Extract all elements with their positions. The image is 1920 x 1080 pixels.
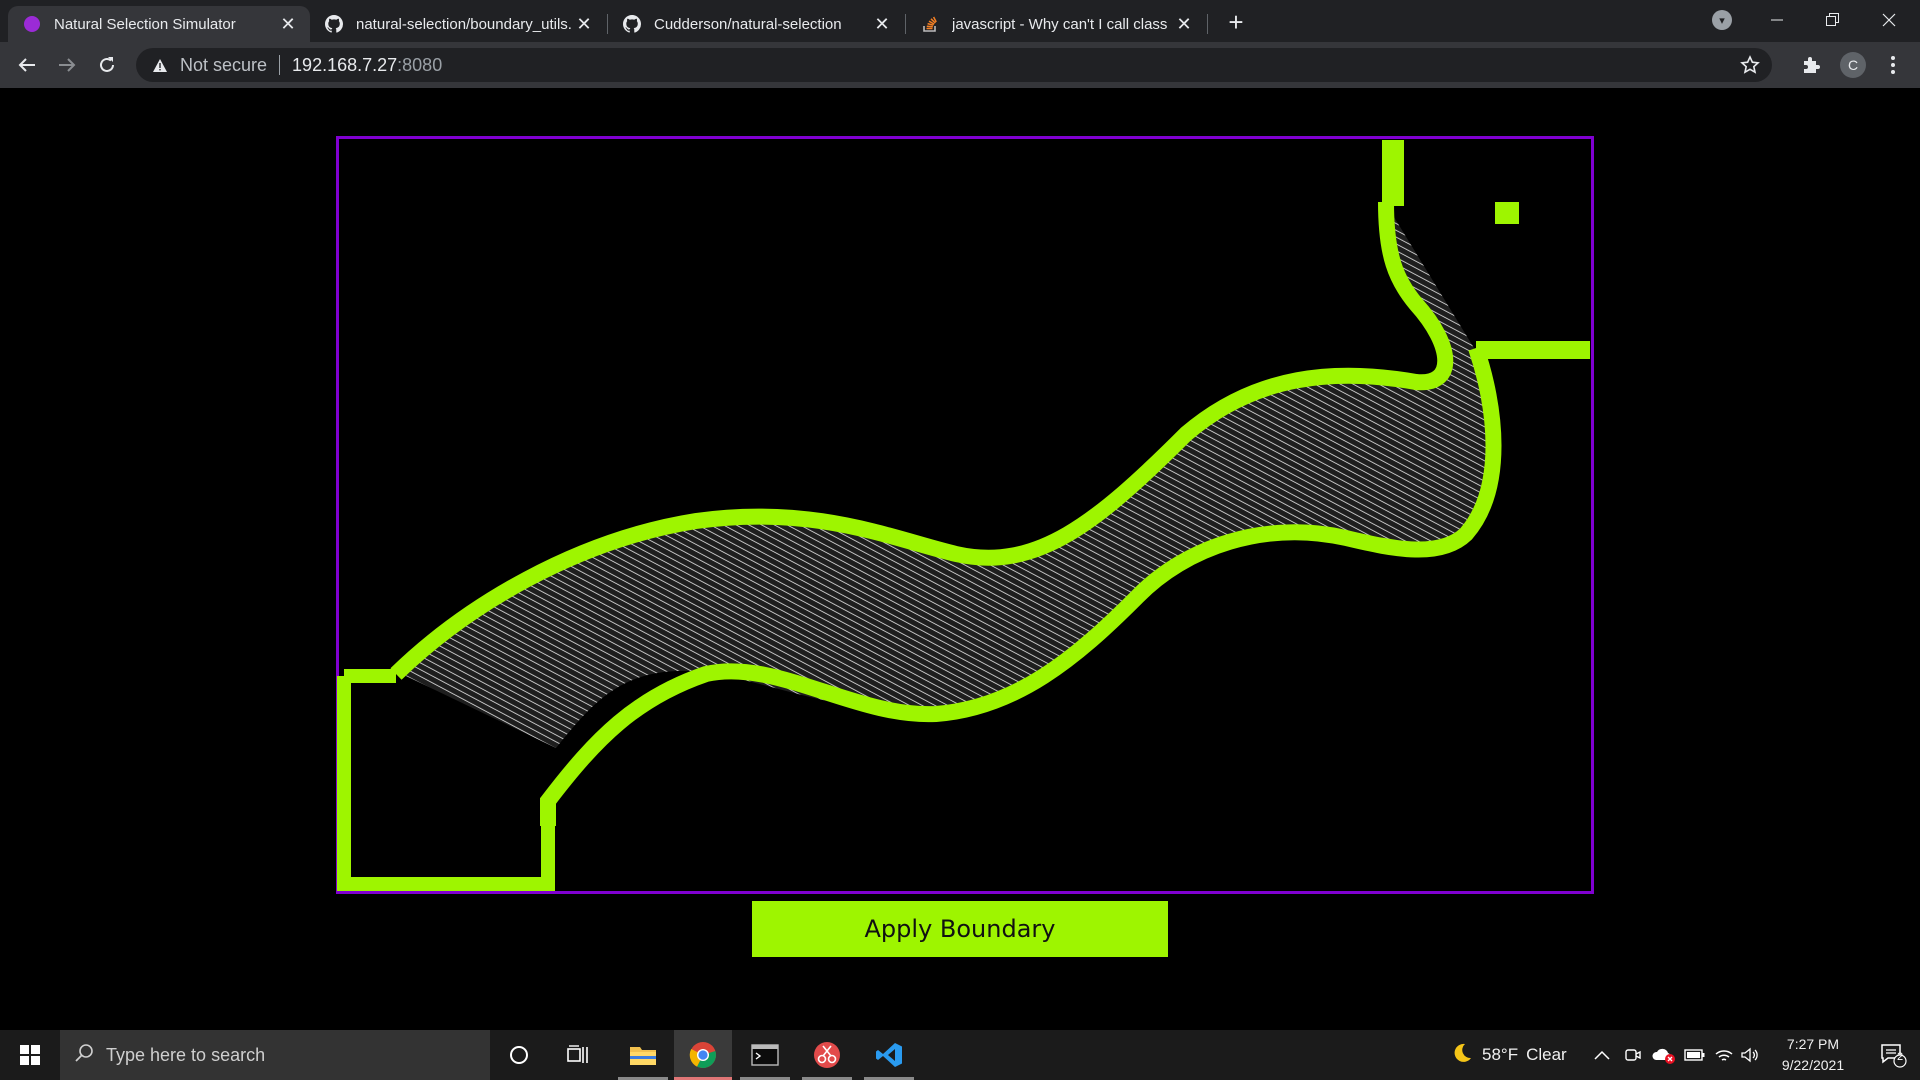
tab-stackoverflow-question[interactable]: javascript - Why can't I call class ✕ bbox=[906, 6, 1206, 42]
github-icon bbox=[622, 14, 642, 34]
purple-circle-icon bbox=[22, 14, 42, 34]
volume-icon[interactable] bbox=[1740, 1030, 1760, 1080]
stackoverflow-icon bbox=[920, 14, 940, 34]
goal-square bbox=[1495, 202, 1519, 224]
profile-initial: C bbox=[1840, 52, 1866, 78]
tab-boundary-utils[interactable]: natural-selection/boundary_utils. ✕ bbox=[310, 6, 606, 42]
tab-divider bbox=[1207, 14, 1208, 34]
address-bar[interactable]: Not secure 192.168.7.27:8080 bbox=[136, 48, 1772, 82]
close-icon[interactable]: ✕ bbox=[1174, 14, 1194, 34]
show-hidden-icons-chevron-icon[interactable] bbox=[1594, 1030, 1610, 1080]
warning-triangle-icon[interactable] bbox=[150, 58, 170, 73]
meet-now-icon[interactable] bbox=[1624, 1030, 1642, 1080]
tab-search-chevron-icon[interactable]: ▾ bbox=[1712, 10, 1732, 30]
terminal-icon[interactable] bbox=[736, 1030, 794, 1080]
tab-title: natural-selection/boundary_utils. bbox=[356, 15, 572, 33]
tab-title: Natural Selection Simulator bbox=[54, 15, 236, 33]
security-status-label[interactable]: Not secure bbox=[180, 55, 267, 76]
close-icon[interactable]: ✕ bbox=[574, 14, 594, 34]
kebab-menu-icon[interactable] bbox=[1880, 52, 1906, 78]
wifi-icon[interactable] bbox=[1714, 1030, 1734, 1080]
minimize-icon[interactable] bbox=[1750, 0, 1804, 40]
url-host: 192.168.7.27 bbox=[292, 54, 398, 75]
tab-title: javascript - Why can't I call class bbox=[952, 15, 1168, 33]
restore-icon[interactable] bbox=[1806, 0, 1860, 40]
back-arrow-icon[interactable] bbox=[12, 50, 42, 80]
file-explorer-icon[interactable] bbox=[614, 1030, 672, 1080]
address-divider bbox=[279, 55, 281, 75]
forward-arrow-icon[interactable] bbox=[52, 50, 82, 80]
taskbar-clock[interactable]: 7:27 PM 9/22/2021 bbox=[1760, 1034, 1866, 1076]
search-placeholder: Type here to search bbox=[106, 1044, 266, 1065]
new-tab-button[interactable]: + bbox=[1222, 8, 1250, 36]
notification-center-icon[interactable]: 2 bbox=[1866, 1030, 1920, 1080]
bookmark-star-icon[interactable] bbox=[1740, 55, 1760, 80]
simulation-canvas[interactable] bbox=[336, 136, 1595, 895]
extensions-puzzle-icon[interactable] bbox=[1798, 52, 1824, 78]
close-window-icon[interactable] bbox=[1862, 0, 1916, 40]
vscode-icon[interactable] bbox=[860, 1030, 918, 1080]
battery-icon[interactable] bbox=[1684, 1030, 1706, 1080]
snipping-tool-icon[interactable] bbox=[798, 1030, 856, 1080]
weather-condition: Clear bbox=[1526, 1045, 1567, 1064]
github-icon bbox=[324, 14, 344, 34]
onedrive-error-icon[interactable] bbox=[1652, 1030, 1676, 1080]
weather-temp: 58°F bbox=[1482, 1045, 1519, 1064]
chrome-icon[interactable] bbox=[674, 1030, 732, 1080]
apply-boundary-button[interactable]: Apply Boundary bbox=[752, 901, 1168, 957]
windows-taskbar: Type here to search 58°F Clear 7:27 PM 9… bbox=[0, 1030, 1920, 1080]
notification-count-badge: 2 bbox=[1897, 1051, 1904, 1063]
tab-strip: Natural Selection Simulator ✕ natural-se… bbox=[0, 0, 1920, 42]
search-icon bbox=[74, 1043, 94, 1068]
windows-start-icon[interactable] bbox=[0, 1030, 60, 1080]
right-ledge-wall bbox=[1469, 341, 1590, 361]
taskbar-search-box[interactable]: Type here to search bbox=[60, 1030, 490, 1080]
clock-date: 9/22/2021 bbox=[1781, 1057, 1845, 1073]
close-icon[interactable]: ✕ bbox=[872, 14, 892, 34]
tab-natural-selection-simulator[interactable]: Natural Selection Simulator ✕ bbox=[8, 6, 310, 42]
clock-time: 7:27 PM bbox=[1786, 1036, 1840, 1052]
profile-avatar[interactable]: C bbox=[1840, 52, 1866, 78]
close-icon[interactable]: ✕ bbox=[278, 14, 298, 34]
url-port: :8080 bbox=[397, 54, 443, 75]
tab-title: Cudderson/natural-selection bbox=[654, 15, 842, 33]
exit-channel-wall bbox=[1382, 140, 1404, 206]
browser-toolbar: Not secure 192.168.7.27:8080 C bbox=[0, 42, 1920, 88]
task-view-icon[interactable] bbox=[550, 1030, 608, 1080]
reload-icon[interactable] bbox=[92, 50, 122, 80]
moon-icon bbox=[1450, 1042, 1472, 1069]
cortana-icon[interactable] bbox=[490, 1030, 548, 1080]
tab-cudderson-natural-selection[interactable]: Cudderson/natural-selection ✕ bbox=[608, 6, 904, 42]
weather-widget[interactable]: 58°F Clear bbox=[1450, 1030, 1567, 1080]
